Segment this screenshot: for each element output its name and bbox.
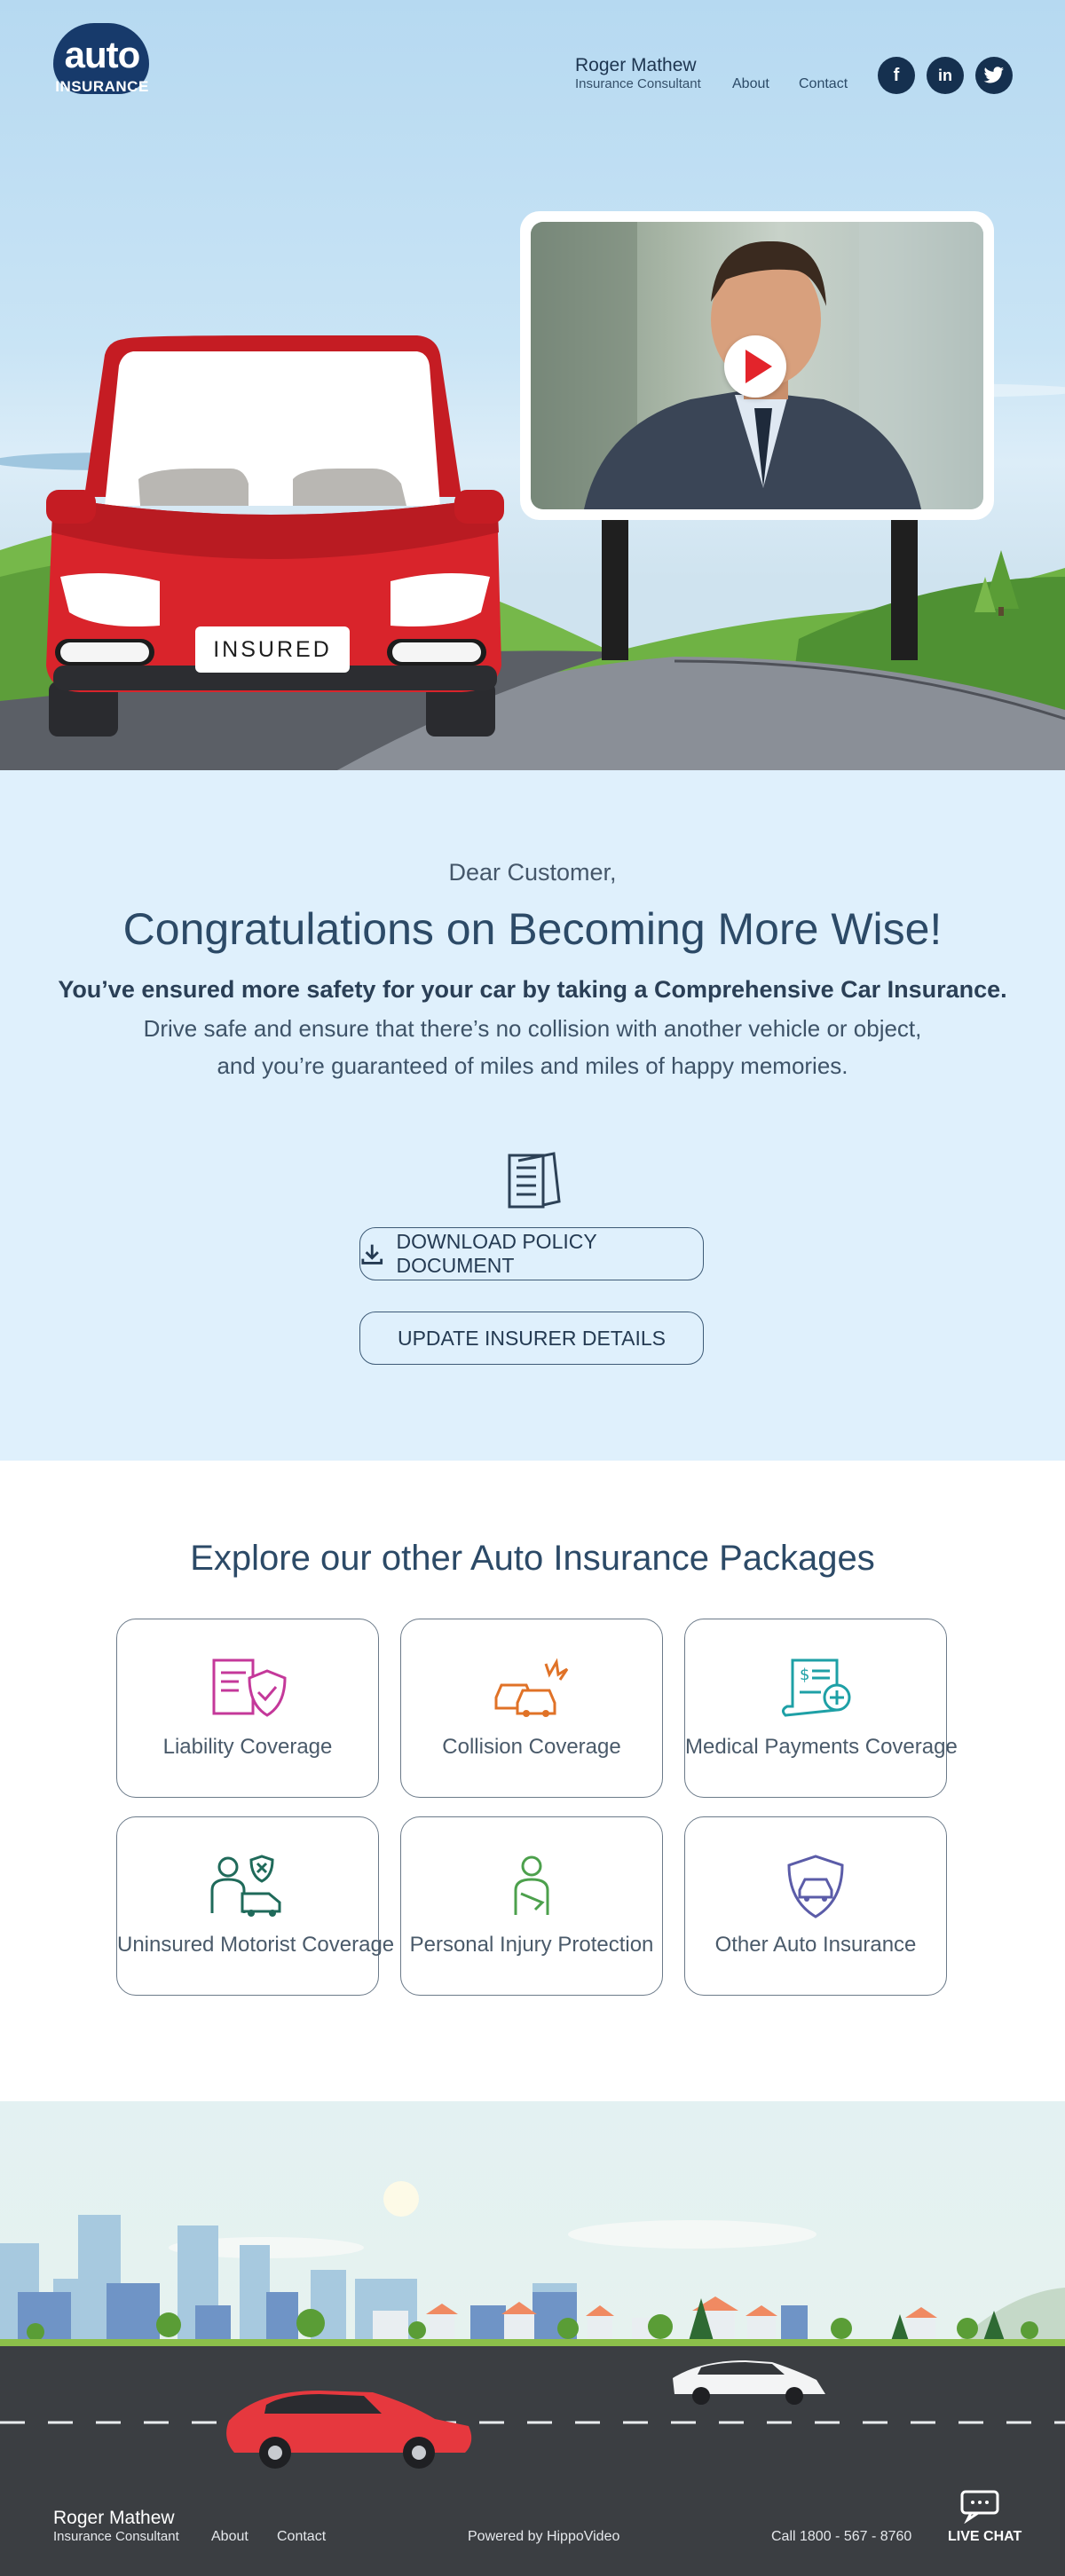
package-label: Liability Coverage [162,1735,333,1759]
svg-text:$: $ [800,1666,809,1684]
play-icon [746,350,772,383]
update-insurer-label: UPDATE INSURER DETAILS [397,1326,667,1350]
nav-contact-link[interactable]: Contact [799,76,848,92]
billboard-post-right [891,520,918,660]
logo-subtitle: INSURANCE [55,78,149,95]
logo-wordmark: auto [64,34,141,75]
chat-icon [960,2490,999,2525]
consultant-info: Roger Mathew Insurance Consultant [575,55,701,92]
linkedin-icon[interactable]: in [927,57,964,94]
headline: Congratulations on Becoming More Wise! [122,904,943,954]
personal-injury-icon [514,1855,549,1915]
package-label: Medical Payments Coverage [685,1735,958,1759]
nav-about-link[interactable]: About [732,76,769,92]
facebook-icon[interactable]: f [878,57,915,94]
consultant-role: Insurance Consultant [575,76,701,91]
message-section: Dear Customer, Congratulations on Becomi… [0,770,1065,1461]
summary-line-3: and you’re guaranteed of miles and miles… [217,1052,848,1079]
twitter-icon[interactable] [975,57,1013,94]
collision-icon [494,1658,569,1717]
document-icon [508,1152,561,1209]
billboard-post-left [602,520,628,660]
summary-bold: You’ve ensured more safety for your car … [58,976,1007,1003]
white-sedan-icon [673,2360,825,2405]
footer: Roger Mathew Insurance Consultant About … [0,2101,1065,2576]
package-card-uninsured-motorist[interactable]: Uninsured Motorist Coverage [116,1816,395,1996]
auto-insurance-logo[interactable]: auto INSURANCE [50,23,154,98]
uninsured-motorist-icon [210,1855,281,1917]
consultant-name: Roger Mathew [575,55,697,75]
packages-section: Explore our other Auto Insurance Package… [0,1461,1065,2101]
phone-number[interactable]: Call 1800 - 567 - 8760 [771,2529,911,2545]
package-label: Personal Injury Protection [409,1933,654,1957]
download-policy-button[interactable]: DOWNLOAD POLICY DOCUMENT [359,1227,704,1280]
package-card-medical-payments[interactable]: $ Medical Payments Coverage [684,1619,958,1798]
download-icon [361,1244,383,1264]
powered-by-link[interactable]: Powered by HippoVideo [468,2529,619,2545]
other-insurance-icon [787,1855,844,1918]
red-hatchback-icon [226,2391,472,2469]
footer-about-link[interactable]: About [211,2529,248,2545]
footer-contact-link[interactable]: Contact [277,2529,326,2545]
package-label: Other Auto Insurance [714,1933,917,1957]
summary-line-2: Drive safe and ensure that there’s no co… [143,1015,922,1042]
medical-payments-icon: $ [781,1658,851,1717]
package-card-collision[interactable]: Collision Coverage [400,1619,663,1798]
footer-consultant-role: Insurance Consultant [53,2529,179,2544]
package-label: Uninsured Motorist Coverage [117,1933,395,1957]
package-card-personal-injury[interactable]: Personal Injury Protection [400,1816,663,1996]
live-chat-label[interactable]: LIVE CHAT [948,2529,1022,2545]
insured-plate: INSURED [195,626,350,673]
package-label: Collision Coverage [442,1735,621,1759]
red-car-illustration [46,335,504,737]
download-policy-label: DOWNLOAD POLICY DOCUMENT [396,1230,597,1277]
package-card-other-insurance[interactable]: Other Auto Insurance [684,1816,947,1996]
video-billboard [520,211,994,520]
play-button[interactable] [724,335,786,398]
packages-title: Explore our other Auto Insurance Package… [190,1539,875,1578]
live-chat-button[interactable] [958,2488,1001,2528]
liability-icon [212,1658,287,1717]
footer-consultant-name: Roger Mathew [53,2508,175,2528]
greeting: Dear Customer, [448,859,617,886]
video-thumbnail[interactable] [531,222,983,509]
hero-section: auto INSURANCE Roger Mathew Insurance Co… [0,0,1065,770]
update-insurer-button[interactable]: UPDATE INSURER DETAILS [359,1312,704,1365]
package-card-liability[interactable]: Liability Coverage [116,1619,379,1798]
road-cars-illustration [0,2360,1065,2469]
